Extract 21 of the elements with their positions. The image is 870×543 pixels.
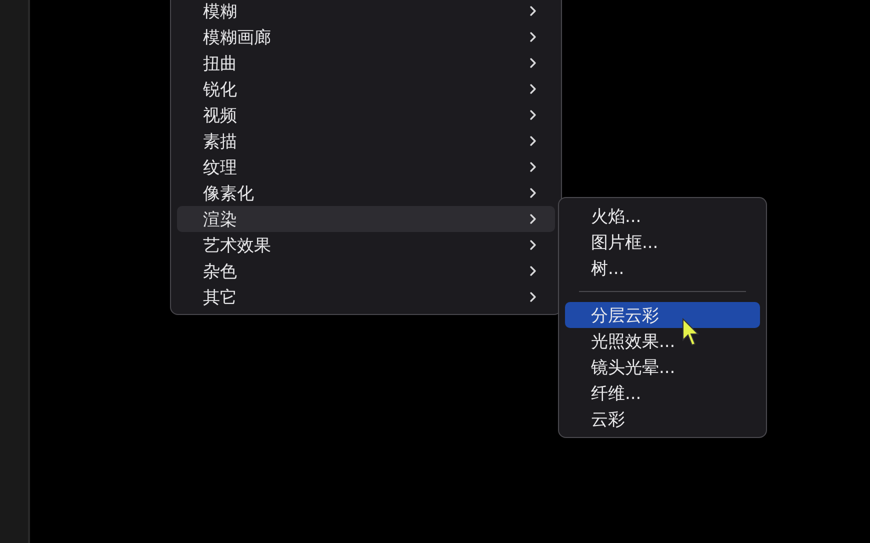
menu-item[interactable]: 光照效果... <box>565 328 760 354</box>
menu-item[interactable]: 模糊 <box>177 0 555 24</box>
menu-item[interactable]: 其它 <box>177 284 555 310</box>
menu-item[interactable]: 镜头光晕... <box>565 354 760 380</box>
menu-item[interactable]: 艺术效果 <box>177 232 555 258</box>
menu-item[interactable]: 模糊画廊 <box>177 24 555 50</box>
menu-item[interactable]: 视频 <box>177 102 555 128</box>
menu-item[interactable]: 云彩 <box>565 406 760 432</box>
menu-item[interactable]: 锐化 <box>177 76 555 102</box>
menu-item[interactable]: 分层云彩 <box>565 302 760 328</box>
menu-item[interactable]: 纹理 <box>177 154 555 180</box>
menu-item[interactable]: 火焰... <box>565 203 760 229</box>
menu-item[interactable]: 像素化 <box>177 180 555 206</box>
cursor-icon <box>682 318 700 346</box>
menu-item[interactable]: 纤维... <box>565 380 760 406</box>
menu-item[interactable]: 杂色 <box>177 258 555 284</box>
menu-item[interactable]: 树... <box>565 255 760 281</box>
menu-item[interactable]: 渲染 <box>177 206 555 232</box>
menu-item[interactable]: 素描 <box>177 128 555 154</box>
menu-item[interactable]: 扭曲 <box>177 50 555 76</box>
menu-item[interactable]: 图片框... <box>565 229 760 255</box>
